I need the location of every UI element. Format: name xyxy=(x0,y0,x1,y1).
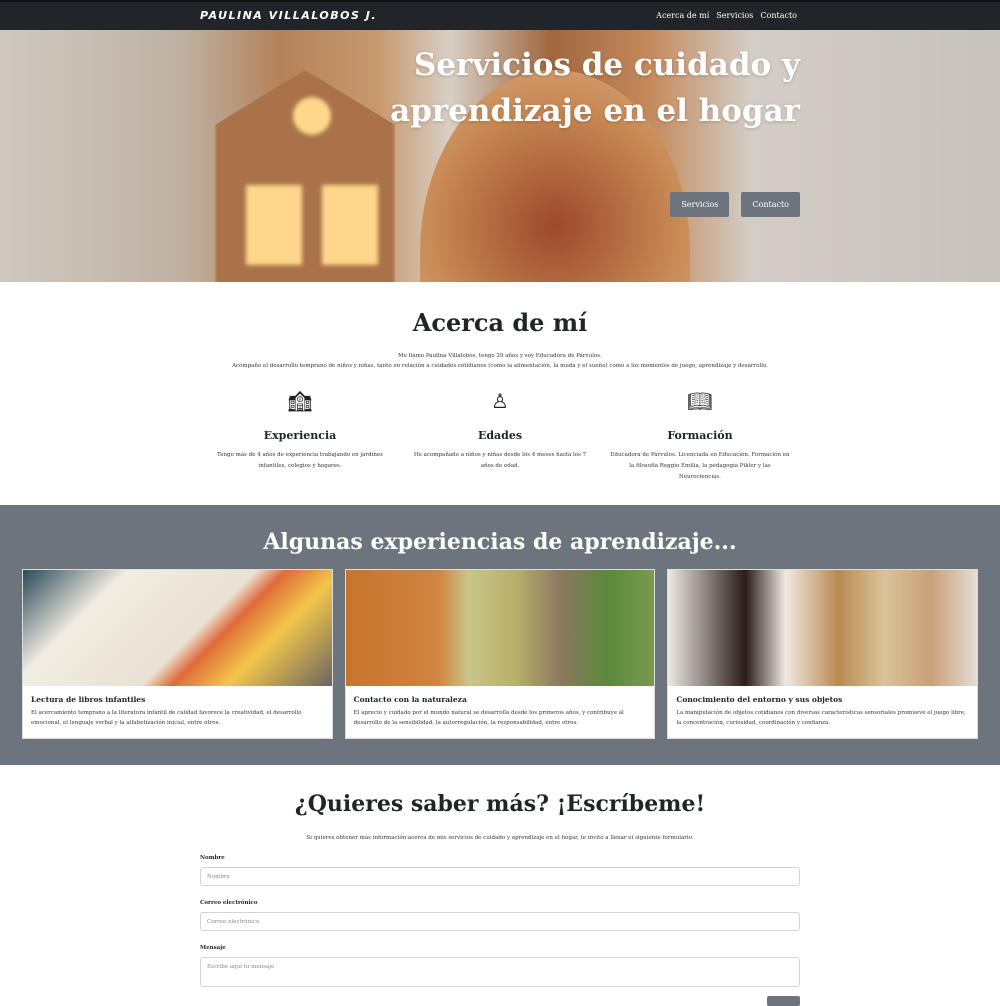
card-image-books xyxy=(23,570,332,686)
feature-text: Tengo más de 4 años de experiencia traba… xyxy=(217,452,383,469)
nav-links: Acerca de mí Servicios Contacto xyxy=(656,11,797,20)
feature-text: He acompañado a niños y niñas desde los … xyxy=(413,452,587,469)
experience-card: Lectura de libros infantiles El acercami… xyxy=(22,569,333,739)
navbar: PAULINA VILLALOBOS J. Acerca de mí Servi… xyxy=(0,0,1000,30)
about-section: Acerca de mí Me llamo Paulina Villalobos… xyxy=(0,282,1000,505)
feature-experience: 🏫︎ Experiencia Tengo más de 4 años de ex… xyxy=(200,389,400,483)
contact-section: ¿Quieres saber más? ¡Escríbeme! Si quier… xyxy=(0,765,1000,987)
card-text: El acercamiento temprano a la literatura… xyxy=(31,710,302,726)
about-intro-line: Acompaño el desarrollo temprano de niños… xyxy=(232,363,768,369)
about-title: Acerca de mí xyxy=(412,308,588,337)
about-intro-line: Me llamo Paulina Villalobos, tengo 29 añ… xyxy=(398,353,602,359)
card-image-objects xyxy=(668,570,978,686)
card-title: Contacto con la naturaleza xyxy=(353,695,467,704)
hero-section: Servicios de cuidado y aprendizaje en el… xyxy=(0,30,1000,282)
nav-link-about[interactable]: Acerca de mí xyxy=(656,11,709,20)
feature-education: 📖︎ Formación Educadora de Párvulos. Lice… xyxy=(600,389,800,483)
baby-icon: ♙ xyxy=(491,389,509,413)
hero-image-window xyxy=(293,97,331,135)
experiences-title: Algunas experiencias de aprendizaje... xyxy=(263,529,737,555)
message-label: Mensaje xyxy=(200,945,226,951)
experience-card: Contacto con la naturaleza El aprecio y … xyxy=(344,569,656,739)
contact-intro: Si quieres obtener más información acerc… xyxy=(306,835,694,841)
hero-title: Servicios de cuidado y aprendizaje en el… xyxy=(390,47,800,129)
message-textarea[interactable]: Escribe aquí tu mensaje xyxy=(200,957,800,987)
card-text: El aprecio y cuidado por el mundo natura… xyxy=(353,710,624,726)
school-icon: 🏫︎ xyxy=(287,389,313,413)
hero-image-window xyxy=(246,185,302,265)
contact-form: Nombre Nombre Correo electrónico Correo … xyxy=(200,855,800,987)
feature-ages: ♙ Edades He acompañado a niños y niñas d… xyxy=(400,389,600,483)
contact-title: ¿Quieres saber más? ¡Escríbeme! xyxy=(294,791,706,817)
name-input[interactable]: Nombre xyxy=(200,867,800,886)
email-label: Correo electrónico xyxy=(200,900,258,906)
book-icon: 📖︎ xyxy=(687,389,713,413)
nav-link-contact[interactable]: Contacto xyxy=(760,11,797,20)
card-title: Conocimiento del entorno y sus objetos xyxy=(676,695,843,704)
contact-button[interactable]: Contacto xyxy=(741,192,800,217)
about-intro: Me llamo Paulina Villalobos, tengo 29 añ… xyxy=(0,351,1000,371)
services-button[interactable]: Servicios xyxy=(670,192,730,217)
feature-title: Experiencia xyxy=(263,429,337,442)
email-input[interactable]: Correo electrónico xyxy=(200,912,800,931)
experience-card: Conocimiento del entorno y sus objetos L… xyxy=(667,569,979,739)
feature-text: Educadora de Párvulos. Licenciada en Edu… xyxy=(610,452,790,480)
nav-link-services[interactable]: Servicios xyxy=(716,11,753,20)
hero-image-window xyxy=(322,185,378,265)
card-text: La manipulación de objetos cotidianos co… xyxy=(676,710,966,726)
feature-title: Edades xyxy=(477,429,523,442)
experiences-section: Algunas experiencias de aprendizaje... L… xyxy=(0,505,1000,765)
feature-title: Formación xyxy=(667,429,733,442)
card-image-nature xyxy=(345,570,655,686)
brand-logo[interactable]: PAULINA VILLALOBOS J. xyxy=(200,9,377,22)
card-title: Lectura de libros infantiles xyxy=(31,695,146,704)
submit-button[interactable] xyxy=(767,996,800,1006)
name-label: Nombre xyxy=(200,855,225,861)
